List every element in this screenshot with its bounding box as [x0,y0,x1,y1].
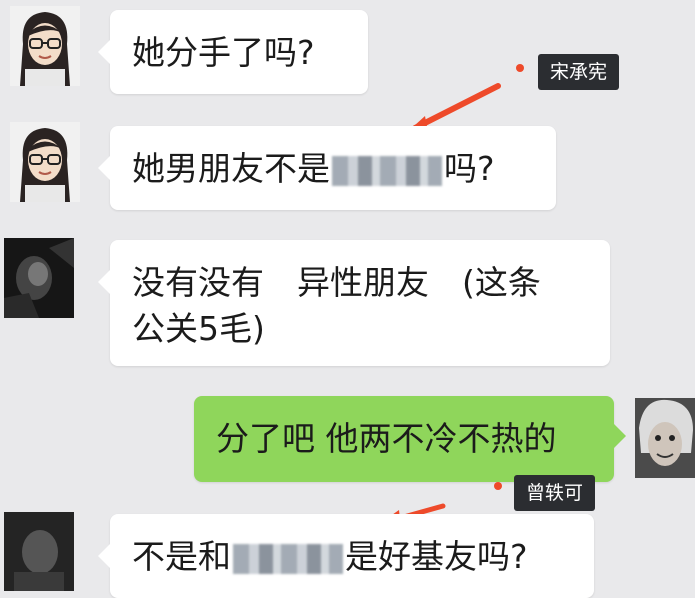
name-tag: 曾轶可 [514,475,596,511]
message-bubble[interactable]: 不是和 是好基友吗? [98,514,594,598]
message-bubble[interactable]: 没有没有 异性朋友 (这条 公关5毛) [98,240,610,366]
message-text-line: 没有没有 异性朋友 (这条 [132,263,541,302]
message-text: 她男朋友不是 [132,149,330,188]
face-avatar[interactable] [635,398,695,478]
redacted-name [332,155,442,186]
message-bubble-outgoing[interactable]: 分了吧 他两不冷不热的 [194,396,626,482]
message-bubble[interactable]: 她分手了吗? [98,10,368,94]
annotation-dot [494,482,502,490]
name-tag: 宋承宪 [538,54,620,90]
redacted-name [233,543,343,574]
message-text: 吗? [444,149,495,188]
girl-avatar[interactable] [10,122,80,202]
message-text-line: 公关5毛) [132,309,265,348]
dark-avatar[interactable] [4,238,74,318]
message-bubble[interactable]: 她男朋友不是 吗? [98,126,556,210]
message-text: 不是和 [132,537,231,576]
dark-avatar[interactable] [4,512,74,591]
chat-screenshot: 她分手了吗? 宋承宪 她男朋友不是 吗? 没有没有 异性朋友 (这条 公关5毛)… [0,0,695,598]
message-text: 是好基友吗? [345,537,528,576]
message-text: 她分手了吗? [132,33,315,72]
message-text: 分了吧 他两不冷不热的 [216,419,557,458]
annotation-dot [516,64,524,72]
girl-avatar[interactable] [10,6,80,86]
